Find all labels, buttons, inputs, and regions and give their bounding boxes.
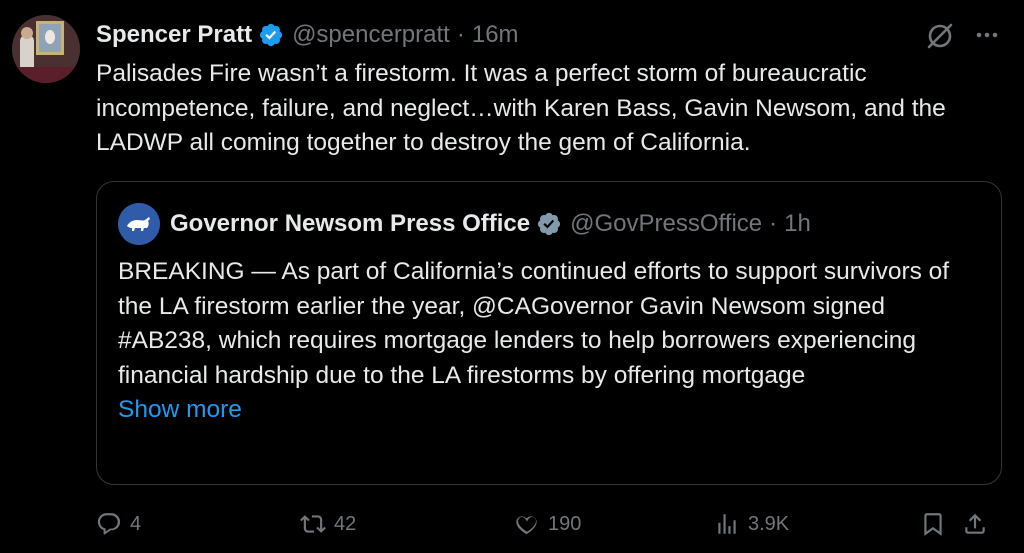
tweet-actions: 4 42 190 3.9K [96, 505, 1006, 543]
quoted-tweet-text: BREAKING — As part of California’s conti… [118, 258, 950, 389]
views-count: 3.9K [748, 512, 790, 535]
more-icon[interactable] [970, 20, 1004, 50]
quoted-tweet[interactable]: Governor Newsom Press Office @GovPressOf… [96, 181, 1002, 485]
tweet-timestamp[interactable]: 16m [472, 21, 519, 49]
views-icon [718, 514, 736, 534]
repost-button[interactable]: 42 [300, 505, 356, 543]
verified-badge-icon[interactable] [258, 22, 284, 48]
bookmark-icon [924, 513, 942, 536]
quoted-tweet-header: Governor Newsom Press Office @GovPressOf… [118, 203, 811, 245]
quoted-author-name[interactable]: Governor Newsom Press Office [170, 210, 530, 238]
author-name[interactable]: Spencer Pratt [96, 21, 252, 49]
like-button[interactable]: 190 [514, 505, 581, 543]
quoted-author-handle[interactable]: @GovPressOffice [570, 210, 762, 238]
reply-button[interactable]: 4 [96, 505, 141, 543]
share-button[interactable] [962, 505, 996, 543]
separator-dot: · [769, 210, 778, 237]
reply-icon [97, 513, 121, 535]
like-count: 190 [548, 512, 582, 535]
views-button[interactable]: 3.9K [714, 505, 789, 543]
quoted-tweet-timestamp[interactable]: 1h [784, 210, 811, 238]
grok-icon[interactable] [922, 18, 958, 54]
quoted-tweet-body: BREAKING — As part of California’s conti… [118, 255, 978, 428]
tweet-header: Spencer Pratt @spencerpratt · 16m [96, 18, 519, 52]
show-more-link[interactable]: Show more [118, 393, 978, 428]
verified-badge-icon[interactable] [536, 211, 562, 237]
reply-count: 4 [130, 512, 142, 535]
share-icon [965, 513, 985, 534]
author-avatar[interactable] [12, 15, 80, 83]
repost-count: 42 [334, 512, 357, 535]
quoted-author-avatar[interactable] [118, 203, 160, 245]
separator-dot: · [456, 21, 465, 48]
author-handle[interactable]: @spencerpratt [292, 21, 450, 49]
tweet-text: Palisades Fire wasn’t a firestorm. It wa… [96, 60, 946, 156]
like-icon [516, 516, 537, 535]
bookmark-button[interactable] [920, 505, 954, 543]
repost-icon [300, 515, 326, 533]
